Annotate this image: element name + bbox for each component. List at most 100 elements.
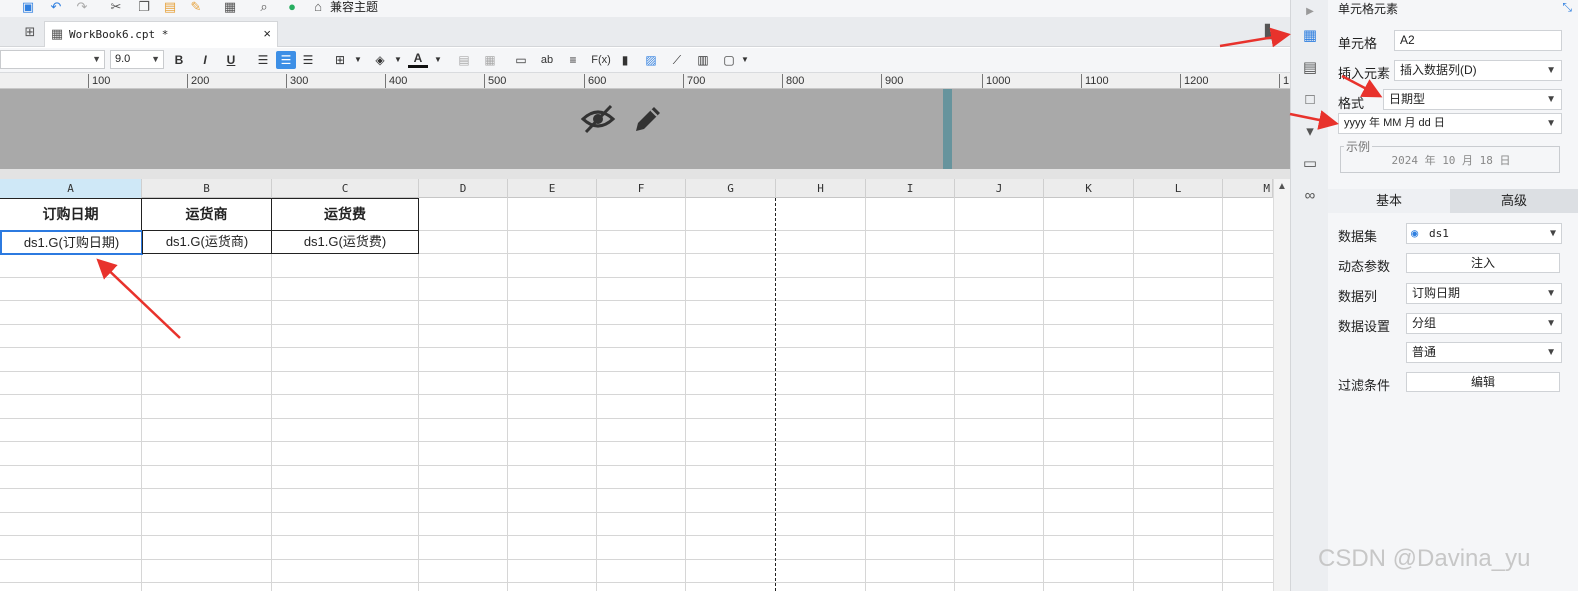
image-icon[interactable]: ▨ bbox=[641, 51, 661, 69]
undo-icon[interactable]: ↶ bbox=[48, 0, 64, 14]
tab-workbook6[interactable]: ▦ WorkBook6.cpt * × bbox=[44, 21, 278, 47]
column-header[interactable]: E bbox=[508, 179, 597, 198]
column-header[interactable]: J bbox=[955, 179, 1044, 198]
cell-name-input[interactable]: A2 bbox=[1394, 30, 1562, 51]
bold-button[interactable]: B bbox=[169, 51, 189, 69]
ruler-tick: 700 bbox=[683, 74, 705, 88]
column-header[interactable]: B bbox=[142, 179, 272, 198]
text-abbr-button[interactable]: ab bbox=[537, 51, 557, 69]
column-header[interactable]: I bbox=[866, 179, 955, 198]
column-header[interactable]: F bbox=[597, 179, 686, 198]
cell-b1[interactable]: 运货商 bbox=[141, 198, 272, 231]
column-header[interactable]: K bbox=[1044, 179, 1134, 198]
italic-button[interactable]: I bbox=[195, 51, 215, 69]
database-icon: ◉ bbox=[1411, 226, 1419, 240]
scroll-up-icon[interactable]: ▲ bbox=[1277, 181, 1287, 192]
tab-advanced[interactable]: 高级 bbox=[1450, 189, 1578, 213]
border-icon[interactable]: ⊞ bbox=[330, 51, 350, 69]
maximize-icon[interactable]: ▙ bbox=[1262, 25, 1278, 39]
close-icon[interactable]: × bbox=[263, 26, 271, 41]
spreadsheet-grid[interactable]: 订购日期 运货商 运货费 ds1.G(订购日期) ds1.G(运货商) ds1.… bbox=[0, 198, 1273, 591]
chevron-down-icon[interactable]: ▼ bbox=[388, 51, 408, 69]
data-column-select[interactable]: 订购日期 ▼ bbox=[1406, 283, 1562, 304]
cell-a2[interactable]: ds1.G(订购日期) bbox=[0, 230, 143, 255]
edit-pencil-icon[interactable] bbox=[632, 103, 664, 135]
hide-eye-icon[interactable] bbox=[580, 103, 616, 135]
paragraph-icon[interactable]: ≡ bbox=[563, 51, 583, 69]
column-header[interactable]: C bbox=[272, 179, 419, 198]
column-header[interactable]: L bbox=[1134, 179, 1223, 198]
expand-icon[interactable]: ▶ bbox=[1300, 2, 1320, 22]
font-size-select[interactable]: 9.0 ▼ bbox=[110, 50, 164, 69]
shirt-icon: ⌂ bbox=[314, 0, 322, 14]
cell-c2[interactable]: ds1.G(运货费) bbox=[271, 230, 419, 254]
format-label: 格式 bbox=[1338, 96, 1365, 111]
grid-menu-icon[interactable]: ⊞ bbox=[22, 25, 38, 39]
cell-attribute-icon[interactable]: ▤ bbox=[1300, 58, 1320, 78]
cell-b2[interactable]: ds1.G(运货商) bbox=[142, 230, 272, 254]
formula-button[interactable]: F(x) bbox=[589, 51, 613, 69]
format-type-select[interactable]: 日期型 ▼ bbox=[1383, 89, 1562, 110]
dataset-value: ds1 bbox=[1429, 227, 1449, 240]
column-header[interactable]: A bbox=[0, 179, 142, 198]
chevron-down-icon[interactable]: ▼ bbox=[735, 51, 755, 69]
header-divider bbox=[943, 89, 952, 169]
edit-filter-button[interactable]: 编辑 bbox=[1406, 372, 1560, 392]
format-painter-icon[interactable]: ✎ bbox=[188, 0, 204, 14]
dataset-label: 数据集 bbox=[1338, 229, 1378, 244]
vertical-scrollbar[interactable]: ▲ bbox=[1273, 179, 1290, 591]
underline-button[interactable]: U bbox=[221, 51, 241, 69]
chevron-down-icon[interactable]: ▼ bbox=[348, 51, 368, 69]
fill-color-icon[interactable]: ◈ bbox=[370, 51, 390, 69]
font-color-icon[interactable]: A bbox=[408, 51, 428, 68]
chevron-down-icon[interactable]: ▼ bbox=[428, 51, 448, 69]
slash-icon[interactable]: ⟋ bbox=[667, 51, 687, 69]
column-header[interactable]: G bbox=[686, 179, 776, 198]
insert-element-select[interactable]: 插入数据列(D) ▼ bbox=[1394, 60, 1562, 81]
column-header[interactable]: M bbox=[1223, 179, 1273, 198]
chart-icon[interactable]: ▮ bbox=[615, 51, 635, 69]
column-header[interactable]: H bbox=[776, 179, 866, 198]
tab-basic[interactable]: 基本 bbox=[1328, 189, 1450, 213]
merge-cells-icon[interactable]: ▤ bbox=[454, 51, 474, 69]
align-center-icon[interactable]: ☰ bbox=[276, 51, 296, 69]
split-cells-icon[interactable]: ▦ bbox=[480, 51, 500, 69]
dataset-select[interactable]: ◉ ds1 ▼ bbox=[1406, 223, 1562, 244]
cell-a1[interactable]: 订购日期 bbox=[0, 198, 142, 231]
page-header-area[interactable] bbox=[0, 89, 1290, 169]
save-icon[interactable]: ▣ bbox=[20, 0, 36, 14]
copy-icon[interactable]: ❐ bbox=[136, 0, 152, 14]
data-column-value: 订购日期 bbox=[1412, 286, 1461, 300]
cell-element-icon[interactable]: ▦ bbox=[1300, 26, 1320, 46]
font-family-select[interactable]: ▼ bbox=[0, 50, 105, 69]
widget-icon[interactable]: ▾ bbox=[1300, 122, 1320, 142]
text-field-icon[interactable]: ▭ bbox=[511, 51, 531, 69]
cell-element-panel: 单元格元素 ⤡ 单元格 A2 插入元素 插入数据列(D) ▼ 格式 日期型 ▼ yy… bbox=[1328, 0, 1578, 591]
search-icon[interactable]: ⌕ bbox=[256, 0, 272, 14]
collapse-icon[interactable]: ⤡ bbox=[1562, 0, 1572, 15]
compatible-theme-button[interactable]: 兼容主题 bbox=[330, 0, 378, 14]
paste-icon[interactable]: ▤ bbox=[162, 0, 178, 14]
section-gap bbox=[0, 169, 1290, 179]
float-element-icon[interactable]: □ bbox=[1300, 90, 1320, 110]
align-left-icon[interactable]: ☰ bbox=[253, 51, 273, 69]
tab-label: WorkBook6.cpt * bbox=[69, 28, 169, 41]
chevron-down-icon: ▼ bbox=[1546, 288, 1556, 299]
column-header[interactable]: D bbox=[419, 179, 508, 198]
date-pattern-input[interactable]: yyyy 年 MM 月 dd 日 ▼ bbox=[1338, 113, 1562, 134]
condition-icon[interactable]: ▭ bbox=[1300, 154, 1320, 174]
align-right-icon[interactable]: ☰ bbox=[298, 51, 318, 69]
inject-button[interactable]: 注入 bbox=[1406, 253, 1560, 273]
check-icon[interactable]: ● bbox=[284, 0, 300, 14]
preview-icon[interactable]: ▦ bbox=[222, 0, 238, 14]
data-setting-select[interactable]: 分组 ▼ bbox=[1406, 313, 1562, 334]
ruler-tick: 600 bbox=[584, 74, 606, 88]
sub-report-icon[interactable]: ▥ bbox=[693, 51, 713, 69]
cut-icon[interactable]: ✂ bbox=[108, 0, 124, 14]
ruler-tick: 500 bbox=[484, 74, 506, 88]
cell-c1[interactable]: 运货费 bbox=[271, 198, 419, 231]
redo-icon[interactable]: ↷ bbox=[74, 0, 90, 14]
cell-label: 单元格 bbox=[1338, 36, 1378, 51]
setting-mode-select[interactable]: 普通 ▼ bbox=[1406, 342, 1562, 363]
hyperlink-icon[interactable]: ∞ bbox=[1300, 186, 1320, 206]
